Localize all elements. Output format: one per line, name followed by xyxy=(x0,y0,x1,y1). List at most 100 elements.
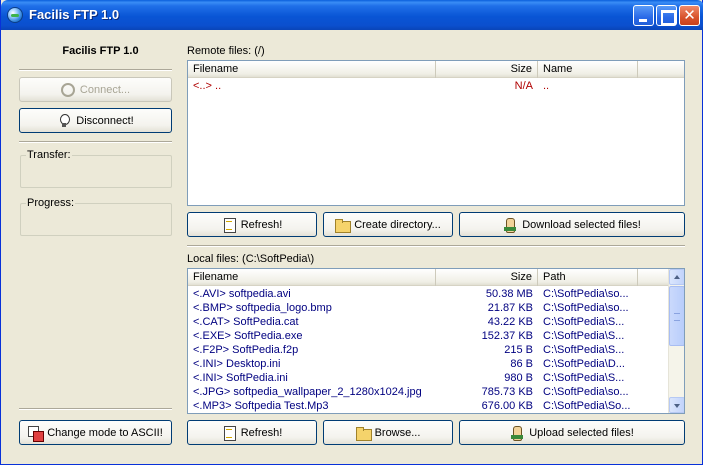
remote-col-filler xyxy=(638,61,684,78)
local-list-scrollbar[interactable] xyxy=(668,269,684,413)
local-row-filename: <.JPG> softpedia_wallpaper_2_1280x1024.j… xyxy=(193,386,422,398)
remote-file-list[interactable]: Filename Size Name <..> .. N/A .. xyxy=(187,60,685,206)
local-row-size: 43.22 KB xyxy=(487,316,533,328)
local-row-filename: <.MP3> Softpedia Test.Mp3 xyxy=(193,400,329,412)
local-row-path: C:\SoftPedia\S... xyxy=(543,344,625,356)
browse-button[interactable]: Browse... xyxy=(323,420,453,445)
client-area: Facilis FTP 1.0 Connect... Disconnect! T… xyxy=(5,30,700,461)
sidebar-separator xyxy=(19,141,172,143)
connect-label: Connect... xyxy=(79,83,131,96)
local-col-path[interactable]: Path xyxy=(538,269,638,286)
remote-row-filename: <..> .. xyxy=(193,80,222,92)
local-row-path: C:\SoftPedia\D... xyxy=(543,358,625,370)
local-row-path: C:\SoftPedia\so... xyxy=(543,386,629,398)
remote-row-size: N/A xyxy=(514,80,533,92)
refresh-document-icon xyxy=(222,425,236,441)
window-title: Facilis FTP 1.0 xyxy=(29,7,120,22)
change-mode-button[interactable]: Change mode to ASCII! xyxy=(19,420,172,445)
local-row-path: C:\SoftPedia\S... xyxy=(543,372,625,384)
local-row-path: C:\SoftPedia\so... xyxy=(543,288,629,300)
local-col-filler xyxy=(638,269,668,286)
table-row[interactable]: <.JPG> softpedia_wallpaper_2_1280x1024.j… xyxy=(188,385,666,399)
local-refresh-label: Refresh! xyxy=(240,426,283,439)
local-row-filename: <.EXE> SoftPedia.exe xyxy=(193,330,303,342)
local-row-size: 50.38 MB xyxy=(485,288,533,300)
remote-refresh-button[interactable]: Refresh! xyxy=(187,212,317,237)
create-directory-label: Create directory... xyxy=(354,218,441,231)
sidebar-separator xyxy=(19,408,172,410)
minimize-button[interactable] xyxy=(633,5,654,26)
scroll-down-arrow-icon[interactable] xyxy=(669,397,684,413)
local-row-size: 86 B xyxy=(510,358,533,370)
remote-col-size[interactable]: Size xyxy=(436,61,538,78)
local-col-filename[interactable]: Filename xyxy=(188,269,436,286)
table-row[interactable]: <.AVI> softpedia.avi 50.38 MB C:\SoftPed… xyxy=(188,287,666,301)
title-bar[interactable]: Facilis FTP 1.0 ✕ xyxy=(1,0,703,30)
local-row-filename: <.INI> Desktop.ini xyxy=(193,358,281,370)
download-hand-icon xyxy=(503,217,517,233)
local-row-size: 152.37 KB xyxy=(481,330,533,342)
local-refresh-button[interactable]: Refresh! xyxy=(187,420,317,445)
table-row[interactable]: <.CAT> SoftPedia.cat 43.22 KB C:\SoftPed… xyxy=(188,315,666,329)
local-row-filename: <.BMP> softpedia_logo.bmp xyxy=(193,302,332,314)
remote-list-header: Filename Size Name xyxy=(188,61,684,78)
local-row-filename: <.F2P> SoftPedia.f2p xyxy=(193,344,299,356)
remote-col-filename[interactable]: Filename xyxy=(188,61,436,78)
app-label: Facilis FTP 1.0 xyxy=(62,45,139,57)
table-row[interactable]: <.INI> Desktop.ini 86 B C:\SoftPedia\D..… xyxy=(188,357,666,371)
folder-icon xyxy=(335,218,352,233)
table-row[interactable]: <.INI> SoftPedia.ini 980 B C:\SoftPedia\… xyxy=(188,371,666,385)
download-label: Download selected files! xyxy=(522,218,641,231)
local-row-filename: <.INI> SoftPedia.ini xyxy=(193,372,288,384)
maximize-button[interactable] xyxy=(656,5,677,26)
local-row-path: C:\SoftPedia\So... xyxy=(543,400,631,412)
local-files-label: Local files: (C:\SoftPedia\) xyxy=(187,253,315,265)
local-list-header: Filename Size Path xyxy=(188,269,668,286)
lightbulb-icon xyxy=(57,113,71,128)
local-rows: <.AVI> softpedia.avi 50.38 MB C:\SoftPed… xyxy=(188,287,666,413)
create-directory-button[interactable]: Create directory... xyxy=(323,212,453,237)
download-button[interactable]: Download selected files! xyxy=(459,212,685,237)
ascii-mode-icon xyxy=(28,425,45,442)
disconnect-button[interactable]: Disconnect! xyxy=(19,108,172,133)
scroll-thumb[interactable] xyxy=(669,286,684,346)
remote-refresh-label: Refresh! xyxy=(240,218,283,231)
table-row[interactable]: <.F2P> SoftPedia.f2p 215 B C:\SoftPedia\… xyxy=(188,343,666,357)
table-row[interactable]: <.EXE> SoftPedia.exe 152.37 KB C:\SoftPe… xyxy=(188,329,666,343)
globe-icon xyxy=(7,7,23,23)
remote-files-label: Remote files: (/) xyxy=(187,45,265,57)
scroll-up-arrow-icon[interactable] xyxy=(669,269,684,285)
table-row[interactable]: <.MP3> Softpedia Test.Mp3 676.00 KB C:\S… xyxy=(188,399,666,413)
upload-label: Upload selected files! xyxy=(529,426,634,439)
browse-label: Browse... xyxy=(374,426,421,439)
local-row-size: 785.73 KB xyxy=(481,386,533,398)
table-row[interactable]: <.BMP> softpedia_logo.bmp 21.87 KB C:\So… xyxy=(188,301,666,315)
remote-rows: <..> .. N/A .. xyxy=(188,79,638,93)
local-row-size: 21.87 KB xyxy=(487,302,533,314)
local-row-size: 980 B xyxy=(504,372,533,384)
local-row-path: C:\SoftPedia\S... xyxy=(543,316,625,328)
disconnect-label: Disconnect! xyxy=(76,114,134,127)
local-file-list[interactable]: Filename Size Path <.AVI> softpedia.avi … xyxy=(187,268,685,414)
folder-icon xyxy=(355,426,372,441)
refresh-document-icon xyxy=(222,217,236,233)
app-window: Facilis FTP 1.0 ✕ Facilis FTP 1.0 Connec… xyxy=(0,0,703,465)
local-row-size: 215 B xyxy=(504,344,533,356)
local-row-path: C:\SoftPedia\so... xyxy=(543,302,629,314)
upload-button[interactable]: Upload selected files! xyxy=(459,420,685,445)
close-button[interactable]: ✕ xyxy=(679,5,700,26)
remote-col-name[interactable]: Name xyxy=(538,61,638,78)
remote-row-name: .. xyxy=(543,80,550,92)
local-col-size[interactable]: Size xyxy=(436,269,538,286)
gear-icon xyxy=(60,82,75,97)
connect-button[interactable]: Connect... xyxy=(19,77,172,102)
local-row-path: C:\SoftPedia\S... xyxy=(543,330,625,342)
section-separator xyxy=(187,245,685,247)
local-row-filename: <.CAT> SoftPedia.cat xyxy=(193,316,299,328)
progress-label: Progress: xyxy=(26,197,76,209)
upload-hand-icon xyxy=(510,425,524,441)
transfer-label: Transfer: xyxy=(26,149,72,161)
table-row[interactable]: <..> .. N/A .. xyxy=(188,79,638,93)
sidebar-separator xyxy=(19,69,172,71)
change-mode-label: Change mode to ASCII! xyxy=(47,426,163,439)
